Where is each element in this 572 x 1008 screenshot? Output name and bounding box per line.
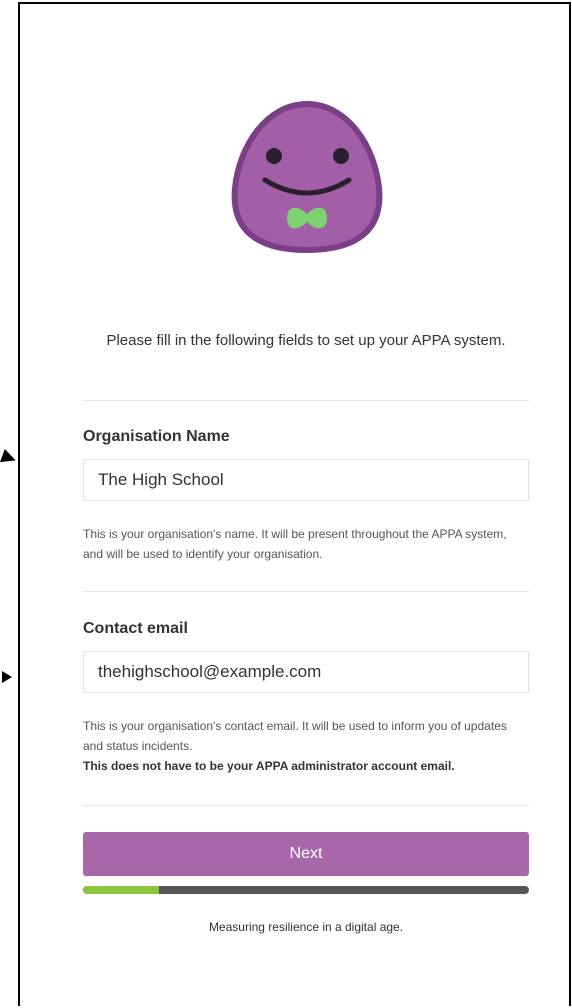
divider	[83, 805, 529, 806]
next-button[interactable]: Next	[83, 832, 529, 876]
annotation-arrow-icon	[0, 449, 18, 467]
annotation-arrow-icon	[2, 671, 12, 683]
tagline: Measuring resilience in a digital age.	[208, 920, 404, 934]
contact-email-label: Contact email	[83, 620, 188, 637]
organisation-name-label: Organisation Name	[83, 428, 230, 445]
contact-email-input[interactable]	[83, 651, 529, 693]
contact-email-help: This is your organisation's contact emai…	[83, 716, 529, 776]
intro-text: Please fill in the following fields to s…	[106, 332, 506, 349]
organisation-name-help: This is your organisation's name. It wil…	[83, 527, 507, 561]
contact-email-help-text: This is your organisation's contact emai…	[83, 719, 507, 753]
progress-bar	[83, 886, 529, 894]
progress-bar-fill	[83, 886, 159, 894]
mascot-logo-icon	[231, 100, 383, 254]
contact-email-help-note: This does not have to be your APPA admin…	[83, 759, 455, 773]
divider	[83, 591, 529, 592]
divider	[83, 400, 529, 401]
organisation-name-input[interactable]	[83, 459, 529, 501]
